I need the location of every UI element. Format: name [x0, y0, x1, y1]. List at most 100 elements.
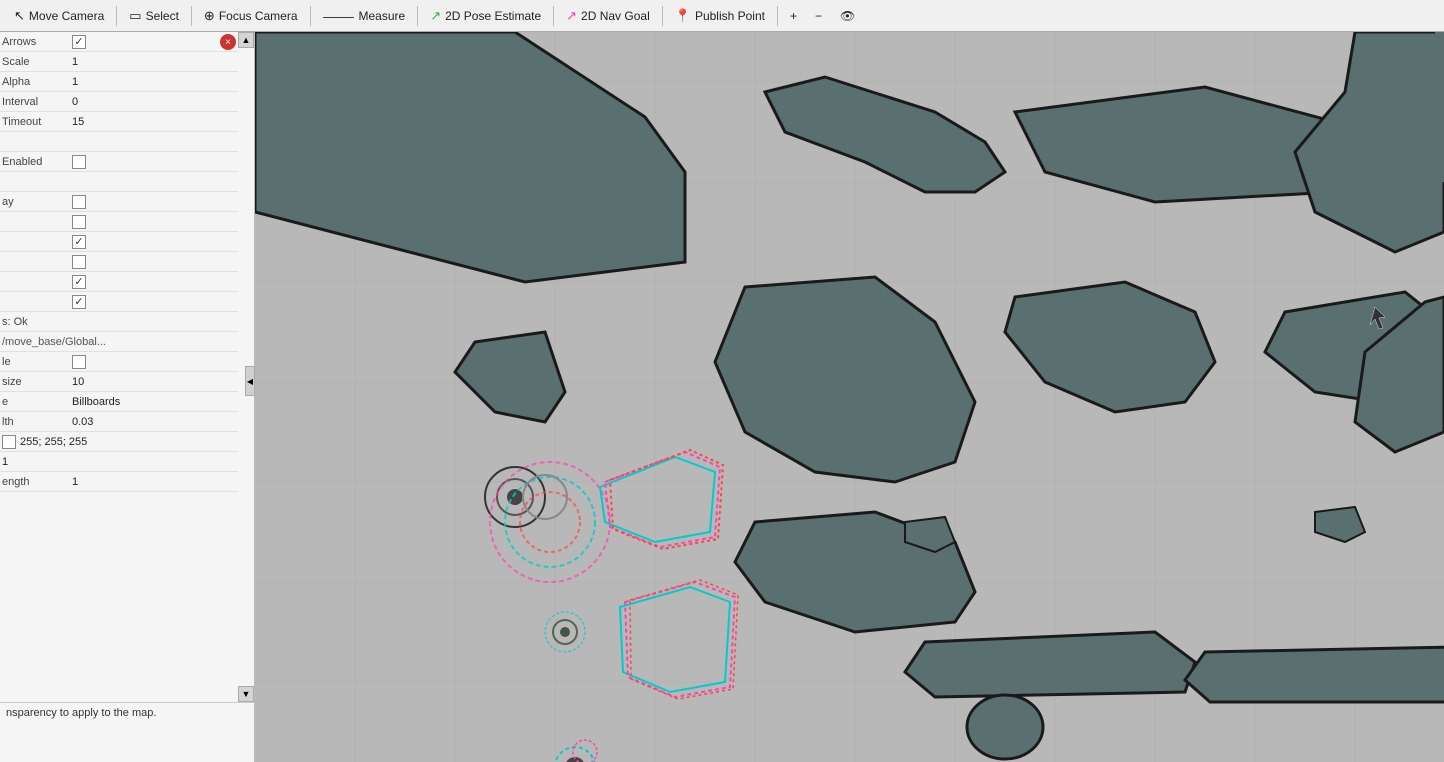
prop-checkbox-cb5[interactable]	[72, 295, 86, 309]
prop-value-lth: 0.03	[72, 416, 236, 428]
prop-label-lth: lth	[2, 416, 72, 428]
status-text: nsparency to apply to the map.	[6, 707, 156, 719]
prop-row-alpha: Alpha 1	[0, 72, 238, 92]
prop-row-billboards: e Billboards	[0, 392, 238, 412]
prop-checkbox-cb2[interactable]	[72, 235, 86, 249]
select-label: Select	[146, 9, 179, 23]
toolbar-separator-6	[662, 6, 663, 26]
prop-label-ength: ength	[2, 476, 72, 488]
toolbar-separator-1	[116, 6, 117, 26]
prop-checkbox-le[interactable]	[72, 355, 86, 369]
nav-goal-button[interactable]: ↗ 2D Nav Goal	[558, 4, 658, 28]
left-panel: × ▲ Arrows Scale 1 Alpha 1 Interval 0 Ti…	[0, 32, 255, 762]
prop-value-interval: 0	[72, 96, 236, 108]
prop-label-timeout: Timeout	[2, 116, 72, 128]
prop-row-cb3	[0, 252, 238, 272]
prop-row-interval: Interval 0	[0, 92, 238, 112]
prop-spacer-1	[0, 132, 238, 152]
select-icon: ▭	[129, 8, 141, 24]
prop-label-size: size	[2, 376, 72, 388]
view-icon: 👁	[840, 9, 855, 23]
prop-checkbox-cb1[interactable]	[72, 215, 86, 229]
prop-value-color: 255; 255; 255	[20, 436, 236, 448]
prop-value-ength: 1	[72, 476, 236, 488]
status-bar: nsparency to apply to the map.	[0, 702, 255, 762]
prop-row-color: 255; 255; 255	[0, 432, 238, 452]
view-button[interactable]: 👁	[832, 5, 863, 27]
prop-checkbox-arrows[interactable]	[72, 35, 86, 49]
focus-camera-button[interactable]: ⊕ Focus Camera	[196, 4, 306, 28]
prop-label-interval: Interval	[2, 96, 72, 108]
toolbar: ↖ Move Camera ▭ Select ⊕ Focus Camera ⸻ …	[0, 0, 1444, 32]
toolbar-separator-7	[777, 6, 778, 26]
prop-row-timeout: Timeout 15	[0, 112, 238, 132]
prop-row-size: size 10	[0, 372, 238, 392]
prop-checkbox-ay[interactable]	[72, 195, 86, 209]
scroll-up-button[interactable]: ▲	[238, 32, 254, 48]
prop-row-cb4	[0, 272, 238, 292]
prop-row-topic: /move_base/Global...	[0, 332, 238, 352]
measure-label: Measure	[359, 9, 406, 23]
toolbar-separator-5	[553, 6, 554, 26]
prop-label-scale: Scale	[2, 56, 72, 68]
prop-row-cb1	[0, 212, 238, 232]
prop-row-arrows: Arrows	[0, 32, 238, 52]
prop-row-ength: ength 1	[0, 472, 238, 492]
collapse-panel-handle[interactable]: ◀	[245, 366, 255, 396]
focus-camera-label: Focus Camera	[219, 9, 298, 23]
toolbar-separator-2	[191, 6, 192, 26]
map-area[interactable]	[255, 32, 1444, 762]
prop-row-cb2	[0, 232, 238, 252]
zoom-in-icon: +	[790, 9, 797, 23]
prop-label-enabled: Enabled	[2, 156, 72, 168]
prop-label-le: le	[2, 356, 72, 368]
prop-label-status: s: Ok	[2, 316, 72, 328]
move-camera-label: Move Camera	[29, 9, 104, 23]
prop-row-enabled: Enabled	[0, 152, 238, 172]
zoom-in-button[interactable]: +	[782, 5, 805, 27]
prop-value-billboards: Billboards	[72, 396, 236, 408]
prop-row-cb5	[0, 292, 238, 312]
focus-camera-icon: ⊕	[204, 8, 215, 24]
move-camera-icon: ↖	[14, 8, 25, 24]
prop-label-arrows: Arrows	[2, 36, 72, 48]
select-button[interactable]: ▭ Select	[121, 4, 187, 28]
prop-checkbox-cb4[interactable]	[72, 275, 86, 289]
prop-row-lth: lth 0.03	[0, 412, 238, 432]
prop-row-scale: Scale 1	[0, 52, 238, 72]
prop-row-ay: ay	[0, 192, 238, 212]
measure-button[interactable]: ⸻ Measure	[315, 2, 414, 29]
prop-label-billboards: e	[2, 396, 72, 408]
prop-value-timeout: 15	[72, 116, 236, 128]
prop-value-size: 10	[72, 376, 236, 388]
prop-color-checkbox[interactable]	[2, 435, 16, 449]
prop-row-status: s: Ok	[0, 312, 238, 332]
publish-point-label: Publish Point	[695, 9, 765, 23]
prop-value-alpha: 1	[72, 76, 236, 88]
prop-label-ay: ay	[2, 196, 72, 208]
move-camera-button[interactable]: ↖ Move Camera	[6, 4, 112, 28]
map-svg	[255, 32, 1444, 762]
prop-label-alpha: Alpha	[2, 76, 72, 88]
publish-point-button[interactable]: 📍 Publish Point	[667, 4, 773, 28]
prop-spacer-2	[0, 172, 238, 192]
prop-checkbox-cb3[interactable]	[72, 255, 86, 269]
pose-estimate-button[interactable]: ↗ 2D Pose Estimate	[422, 4, 549, 28]
toolbar-separator-3	[310, 6, 311, 26]
measure-icon: ⸻	[323, 6, 355, 25]
zoom-out-icon: −	[815, 9, 822, 23]
publish-point-icon: 📍	[675, 8, 691, 24]
prop-checkbox-enabled[interactable]	[72, 155, 86, 169]
pose-estimate-icon: ↗	[430, 8, 441, 24]
prop-value-topic: /move_base/Global...	[2, 336, 236, 348]
scroll-down-button[interactable]: ▼	[238, 686, 254, 702]
pose-estimate-label: 2D Pose Estimate	[445, 9, 541, 23]
nav-goal-icon: ↗	[566, 8, 577, 24]
nav-goal-label: 2D Nav Goal	[581, 9, 650, 23]
properties-scroll[interactable]: Arrows Scale 1 Alpha 1 Interval 0 Timeou…	[0, 32, 238, 702]
prop-value-1: 1	[2, 456, 236, 468]
prop-value-scale: 1	[72, 56, 236, 68]
zoom-out-button[interactable]: −	[807, 5, 830, 27]
prop-row-val1: 1	[0, 452, 238, 472]
prop-row-le: le	[0, 352, 238, 372]
